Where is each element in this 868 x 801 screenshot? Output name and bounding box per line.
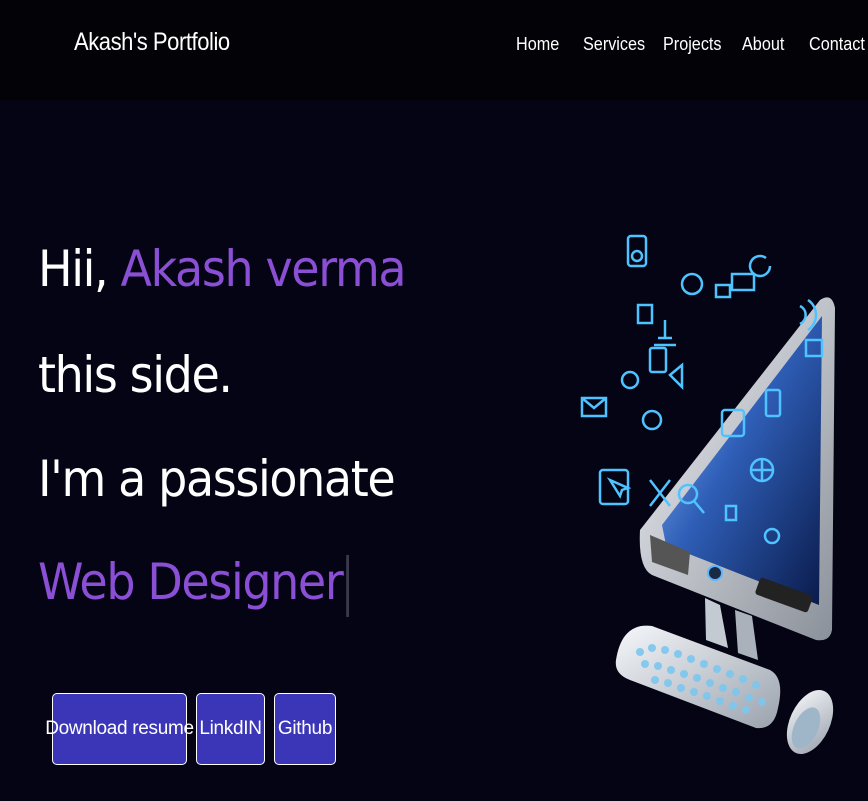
hero-line-3: I'm a passionate bbox=[38, 450, 396, 508]
nav-links: Home Services Projects About Contact bbox=[0, 34, 868, 58]
hero-greeting-line: Hii, Akash verma bbox=[38, 240, 407, 298]
linkedin-button[interactable]: LinkdIN bbox=[196, 693, 265, 765]
headphone-icon bbox=[620, 370, 640, 390]
hero-greeting: Hii, bbox=[38, 240, 109, 298]
nav-link-home[interactable]: Home bbox=[516, 34, 559, 55]
calculator-icon bbox=[636, 303, 654, 325]
github-button[interactable]: Github bbox=[274, 693, 336, 765]
nav-link-services[interactable]: Services bbox=[583, 34, 645, 55]
mouse bbox=[786, 690, 834, 754]
pointer-icon bbox=[606, 477, 632, 499]
refresh-icon bbox=[748, 254, 772, 278]
hero-role-line: Web Designer bbox=[38, 553, 349, 617]
download-resume-button[interactable]: Download resume bbox=[45, 693, 194, 765]
nav-link-contact[interactable]: Contact bbox=[809, 34, 865, 55]
hero-line-2: this side. bbox=[38, 346, 233, 404]
nav-link-projects[interactable]: Projects bbox=[663, 34, 722, 55]
speaker-cone-icon bbox=[630, 249, 644, 263]
film-reel-icon bbox=[680, 272, 704, 296]
network-icon bbox=[654, 320, 676, 347]
globe-small-icon bbox=[641, 409, 663, 431]
volume-icon bbox=[668, 362, 684, 391]
hero-role: Web Designer bbox=[38, 553, 344, 611]
keyboard-small-icon bbox=[714, 283, 732, 299]
tools-icon bbox=[649, 479, 671, 507]
monitor-small-icon bbox=[730, 272, 756, 292]
phone-icon bbox=[648, 346, 668, 374]
keyboard bbox=[615, 625, 781, 729]
nav-link-about[interactable]: About bbox=[742, 34, 784, 55]
computer-illustration bbox=[580, 234, 835, 754]
mail-flap-icon bbox=[581, 397, 607, 410]
hero-name: Akash verma bbox=[120, 240, 407, 298]
navbar: Akash's Portfolio Home Services Projects… bbox=[0, 0, 868, 100]
typing-cursor bbox=[346, 554, 349, 617]
